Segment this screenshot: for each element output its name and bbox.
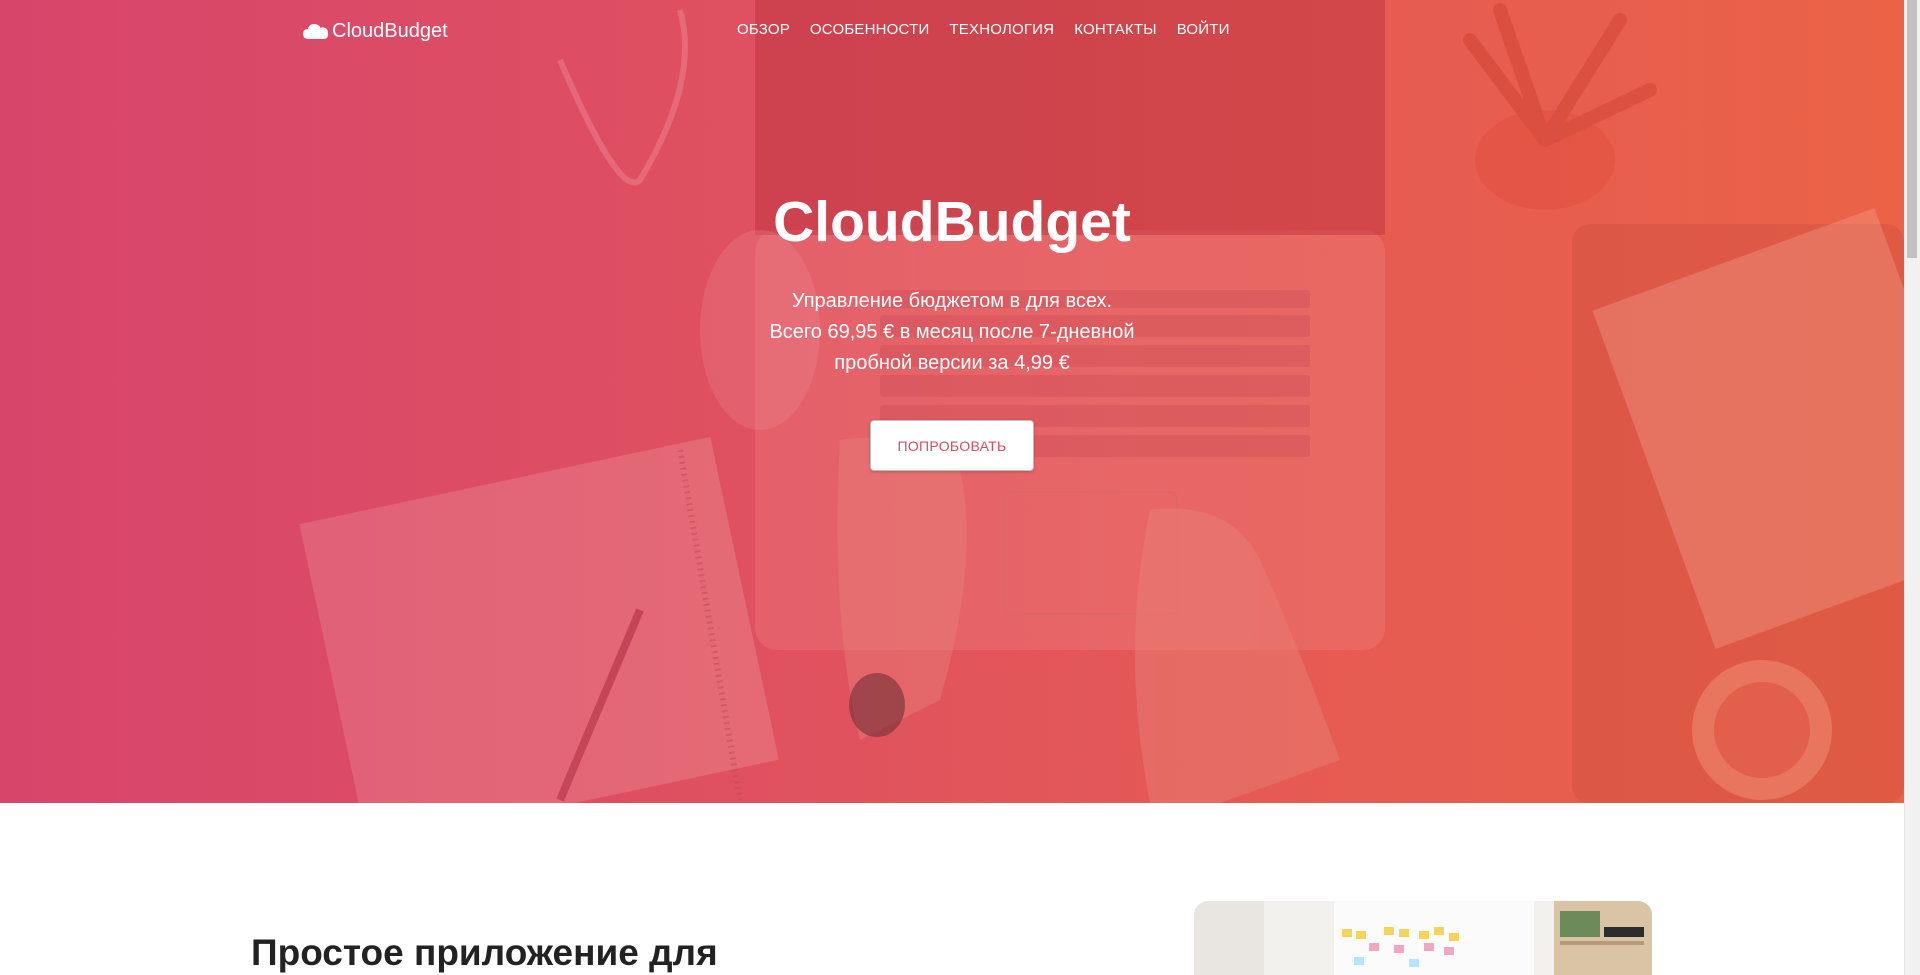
cloud-icon [303,24,329,39]
nav-item-features[interactable]: ОСОБЕННОСТИ [800,20,940,40]
hero-title-text: CloudBudget [773,190,1131,254]
brand-logo-link[interactable]: CloudBudget [302,18,448,44]
hero-subtitle-line: Управление бюджетом в для всех. [791,290,1113,312]
try-button[interactable]: ПОПРОБОВАТЬ [870,420,1034,471]
page-scrollbar[interactable] [1904,0,1920,975]
hero-color-overlay [0,0,1904,803]
hero-section: CloudBudget ОБЗОР ОСОБЕННОСТИ ТЕХНОЛОГИЯ… [0,0,1904,803]
intro-section: Простое приложение для [0,803,1904,975]
nav-item-login[interactable]: ВОЙТИ [1167,20,1240,40]
hero-title: CloudBudget [0,187,1904,257]
nav-item-overview[interactable]: ОБЗОР [727,20,800,40]
hero-subtitle-line: пробной версии за 4,99 € [834,352,1070,374]
top-navigation: CloudBudget ОБЗОР ОСОБЕННОСТИ ТЕХНОЛОГИЯ… [0,0,1904,60]
hero-subtitle: Управление бюджетом в для всех. Всего 69… [752,286,1152,379]
scrollbar-thumb[interactable] [1907,0,1917,258]
nav-item-technology[interactable]: ТЕХНОЛОГИЯ [939,20,1064,40]
hero-subtitle-line: Всего 69,95 € в месяц после 7-дневной [769,321,1135,343]
nav-item-contacts[interactable]: КОНТАКТЫ [1064,20,1167,40]
office-photo [1194,901,1652,975]
section-heading: Простое приложение для [251,932,718,973]
brand-name: CloudBudget [332,19,448,42]
office-photo-art [1194,901,1652,975]
main-menu: ОБЗОР ОСОБЕННОСТИ ТЕХНОЛОГИЯ КОНТАКТЫ ВО… [727,20,1240,40]
